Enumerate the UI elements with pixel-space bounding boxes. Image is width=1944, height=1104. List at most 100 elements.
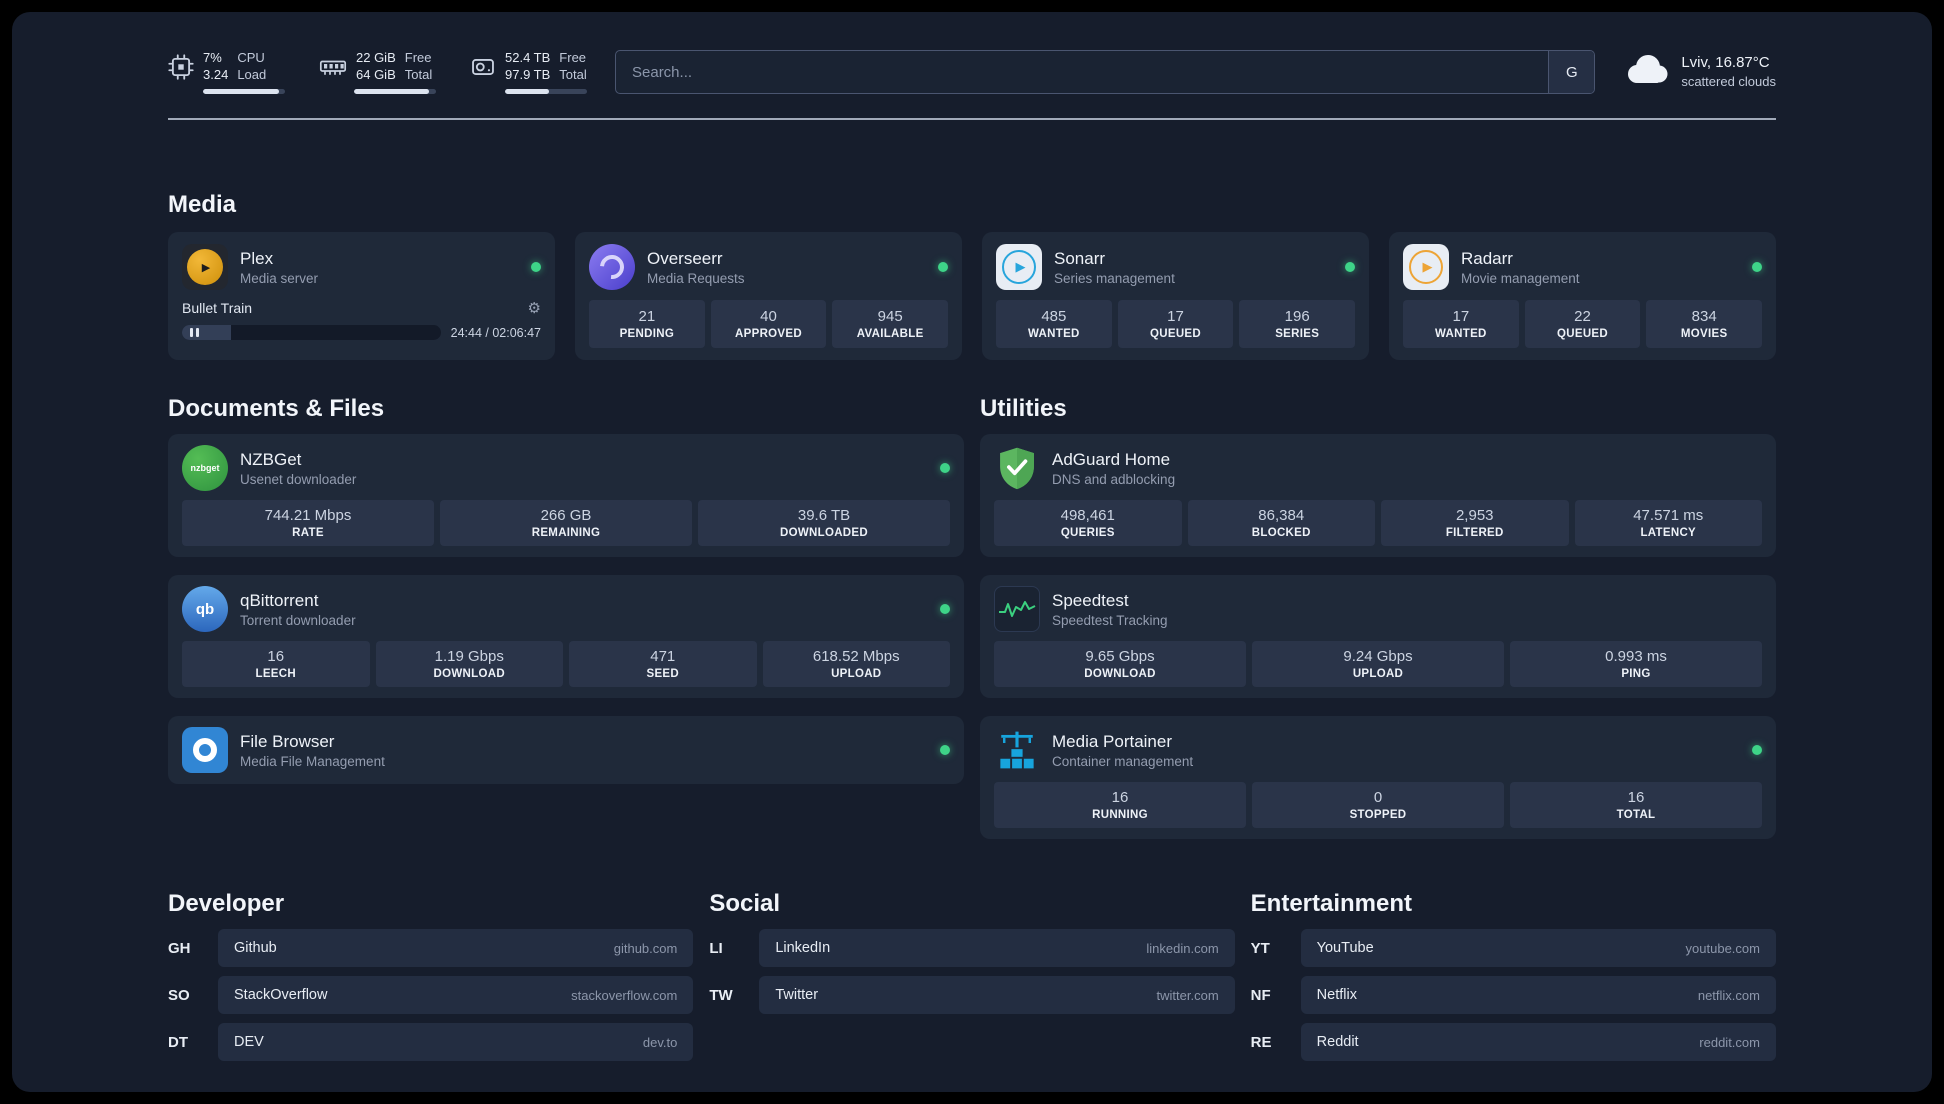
cpu-usage-value: 7% <box>203 50 222 66</box>
disk-label-bottom: Total <box>559 67 587 82</box>
bookmark-link-reddit[interactable]: Reddit reddit.com <box>1300 1023 1776 1061</box>
portainer-icon <box>994 727 1040 773</box>
service-card-portainer[interactable]: Media Portainer Container management 16 … <box>980 716 1776 839</box>
stat-queries: 498,461 QUERIES <box>994 500 1182 546</box>
stat-stopped: 0 STOPPED <box>1252 782 1504 828</box>
stat-wanted: 17 WANTED <box>1403 300 1519 348</box>
service-name-nzbget: NZBGet <box>240 449 302 469</box>
service-card-filebrowser[interactable]: File Browser Media File Management <box>168 716 964 784</box>
now-playing-title: Bullet Train <box>182 300 253 316</box>
service-card-plex[interactable]: ▶ Plex Media server Bullet Train ⚙ 24:44… <box>168 232 555 360</box>
bookmark-group-developer: Developer GH Github github.com SO StackO… <box>168 889 694 1061</box>
stat-rate: 744.21 Mbps RATE <box>182 500 434 546</box>
service-subtitle-adguard: DNS and adblocking <box>1052 471 1176 487</box>
system-widgets: 7% 3.24 CPU Load 22 GiB 64 GiB Free Tota… <box>168 50 587 94</box>
bookmark-link-github[interactable]: Github github.com <box>218 929 694 967</box>
documents-section-title: Documents & Files <box>168 395 385 422</box>
weather-location-temp: Lviv, 16.87°C <box>1681 54 1770 72</box>
cpu-load-value: 3.24 <box>203 67 229 82</box>
social-group-title: Social <box>709 890 781 917</box>
stat-queued: 22 QUEUED <box>1524 300 1641 348</box>
status-dot-qbittorrent <box>940 604 950 614</box>
service-name-filebrowser: File Browser <box>240 731 335 751</box>
gear-icon[interactable]: ⚙ <box>528 299 541 317</box>
stat-seed: 471 SEED <box>569 641 757 687</box>
status-dot-overseerr <box>938 262 948 272</box>
disk-usage-bar <box>505 88 587 94</box>
adguard-icon <box>994 445 1040 491</box>
pause-icon[interactable] <box>190 328 199 337</box>
service-card-nzbget[interactable]: nzbget NZBGet Usenet downloader 744.21 M… <box>168 434 964 557</box>
disk-label-top: Free <box>559 50 587 66</box>
bookmark-link-dev[interactable]: DEV dev.to <box>218 1023 694 1061</box>
status-dot-plex <box>531 262 541 272</box>
status-dot-portainer <box>1752 745 1762 755</box>
bookmark-link-twitter[interactable]: Twitter twitter.com <box>759 976 1235 1014</box>
cpu-icon <box>168 54 194 80</box>
service-subtitle-qbittorrent: Torrent downloader <box>240 612 356 628</box>
stat-movies: 834 MOVIES <box>1646 300 1763 348</box>
bookmark-youtube: YT YouTube youtube.com <box>1251 929 1776 967</box>
search-provider-button[interactable]: G <box>1548 51 1595 93</box>
memory-icon <box>319 54 347 80</box>
status-dot-filebrowser <box>940 745 950 755</box>
service-subtitle-nzbget: Usenet downloader <box>240 471 357 487</box>
service-card-adguard[interactable]: AdGuard Home DNS and adblocking 498,461 … <box>980 434 1776 557</box>
stat-upload: 618.52 Mbps UPLOAD <box>762 641 950 687</box>
service-name-plex: Plex <box>240 248 274 268</box>
status-dot-sonarr <box>1345 262 1355 272</box>
stat-total: 16 TOTAL <box>1510 782 1762 828</box>
service-name-speedtest: Speedtest <box>1052 590 1129 610</box>
status-dot-radarr <box>1752 262 1762 272</box>
cpu-label-bottom: Load <box>237 67 267 82</box>
bookmark-link-stackoverflow[interactable]: StackOverflow stackoverflow.com <box>218 976 694 1014</box>
radarr-icon: ▶ <box>1403 244 1449 290</box>
playback-progress-bar[interactable] <box>182 325 441 340</box>
stat-running: 16 RUNNING <box>994 782 1246 828</box>
top-bar: 7% 3.24 CPU Load 22 GiB 64 GiB Free Tota… <box>168 44 1776 100</box>
bookmark-stackoverflow: SO StackOverflow stackoverflow.com <box>168 976 694 1014</box>
stat-approved: 40 APPROVED <box>710 300 827 348</box>
bookmark-link-linkedin[interactable]: LinkedIn linkedin.com <box>759 929 1235 967</box>
disk-icon <box>470 54 496 80</box>
filebrowser-icon <box>182 727 228 773</box>
search-input[interactable] <box>616 51 1549 93</box>
memory-total-value: 64 GiB <box>356 67 396 82</box>
status-dot-nzbget <box>940 463 950 473</box>
bookmark-netflix: NF Netflix netflix.com <box>1251 976 1776 1014</box>
service-name-adguard: AdGuard Home <box>1052 449 1171 469</box>
stat-available: 945 AVAILABLE <box>832 300 949 348</box>
search-bar: G <box>615 50 1596 94</box>
bookmark-linkedin: LI LinkedIn linkedin.com <box>709 929 1235 967</box>
service-name-sonarr: Sonarr <box>1054 248 1106 268</box>
developer-group-title: Developer <box>168 890 285 917</box>
service-card-overseerr[interactable]: Overseerr Media Requests 21 PENDING 40 A… <box>575 232 962 360</box>
stat-leech: 16 LEECH <box>182 641 370 687</box>
service-card-speedtest[interactable]: Speedtest Speedtest Tracking 9.65 Gbps D… <box>980 575 1776 698</box>
service-card-qbittorrent[interactable]: qb qBittorrent Torrent downloader 16 LEE… <box>168 575 964 698</box>
stat-download: 9.65 Gbps DOWNLOAD <box>994 641 1246 687</box>
bookmark-dev: DT DEV dev.to <box>168 1023 694 1061</box>
sonarr-icon: ▶ <box>996 244 1042 290</box>
stat-downloaded: 39.6 TB DOWNLOADED <box>698 500 950 546</box>
bookmark-link-netflix[interactable]: Netflix netflix.com <box>1300 976 1776 1014</box>
service-name-portainer: Media Portainer <box>1052 731 1173 751</box>
entertainment-group-title: Entertainment <box>1250 890 1413 917</box>
stat-filtered: 2,953 FILTERED <box>1381 500 1569 546</box>
service-card-radarr[interactable]: ▶ Radarr Movie management 17 WANTED 22 Q… <box>1389 232 1776 360</box>
disk-widget: 52.4 TB 97.9 TB Free Total <box>470 50 587 94</box>
bookmark-github: GH Github github.com <box>168 929 694 967</box>
service-subtitle-sonarr: Series management <box>1054 270 1175 286</box>
stat-queued: 17 QUEUED <box>1117 300 1234 348</box>
memory-widget: 22 GiB 64 GiB Free Total <box>319 50 436 94</box>
bookmark-link-youtube[interactable]: YouTube youtube.com <box>1300 929 1776 967</box>
playback-time: 24:44 / 02:06:47 <box>450 325 541 340</box>
utilities-section-title: Utilities <box>980 395 1067 422</box>
service-name-overseerr: Overseerr <box>647 248 723 268</box>
service-card-sonarr[interactable]: ▶ Sonarr Series management 485 WANTED 17… <box>982 232 1369 360</box>
bookmark-group-entertainment: Entertainment YT YouTube youtube.com NF … <box>1251 889 1776 1061</box>
section-documents: Documents & Files nzbget NZBGet Usenet d… <box>168 394 964 784</box>
weather-condition: scattered clouds <box>1681 74 1776 90</box>
topbar-divider <box>168 118 1776 120</box>
stat-blocked: 86,384 BLOCKED <box>1187 500 1375 546</box>
